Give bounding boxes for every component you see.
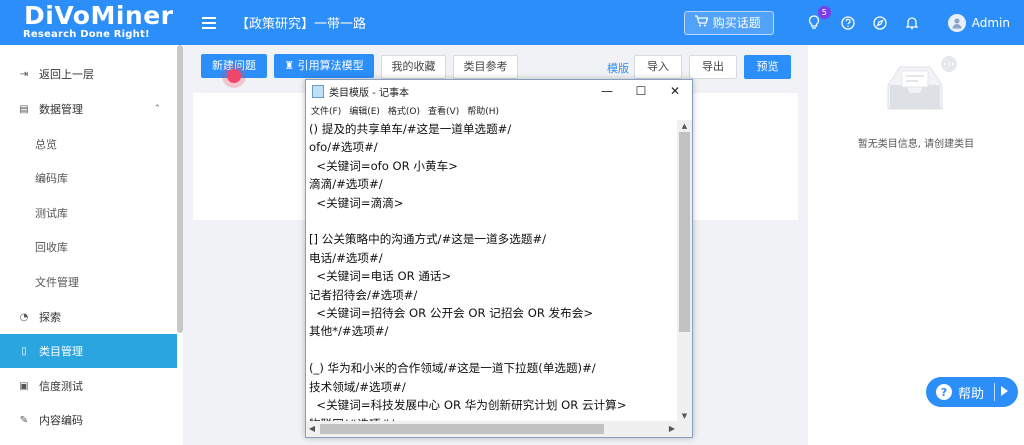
sidebar-item-label: 信度测试 bbox=[39, 380, 83, 393]
sidebar-item-label: 总览 bbox=[35, 138, 57, 151]
clipboard-icon: ▣ bbox=[19, 380, 29, 392]
sidebar-item-reliability-test[interactable]: ▣ 信度测试 bbox=[0, 369, 177, 403]
scroll-left-icon[interactable]: ◀ bbox=[306, 421, 318, 437]
help-circle-icon[interactable] bbox=[840, 15, 856, 31]
text-line: 滴滴/#选项#/ bbox=[309, 177, 383, 192]
category-reference-button[interactable]: 类目参考 bbox=[453, 55, 518, 79]
template-link[interactable]: 模版 bbox=[607, 60, 629, 76]
avatar[interactable] bbox=[947, 13, 966, 32]
text-line: 电话/#选项#/ bbox=[309, 250, 383, 265]
vertical-scrollbar[interactable]: ▲ ▼ bbox=[677, 120, 692, 422]
scroll-up-icon[interactable]: ▲ bbox=[677, 120, 692, 132]
sidebar-item-label: 数据管理 bbox=[39, 103, 83, 116]
cart-icon bbox=[694, 15, 709, 30]
sidebar-item-coding-library[interactable]: 编码库 bbox=[0, 161, 177, 195]
logo-text: DiVoMiner bbox=[24, 1, 174, 30]
text-line: <关键词=招待会 OR 公开会 OR 记招会 OR 发布会> bbox=[309, 306, 594, 321]
close-icon[interactable]: ✕ bbox=[658, 84, 692, 98]
help-button[interactable]: ? 帮助 bbox=[926, 377, 1018, 407]
logo-tagline: Research Done Right! bbox=[23, 29, 150, 40]
favorites-button[interactable]: 我的收藏 bbox=[381, 55, 446, 79]
text-line bbox=[309, 341, 678, 359]
sidebar-item-overview[interactable]: 总览 bbox=[0, 127, 177, 161]
sidebar-item-label: 返回上一层 bbox=[39, 68, 94, 81]
text-line: 记者招待会/#选项#/ bbox=[309, 287, 418, 302]
back-icon: ⇥ bbox=[19, 68, 29, 80]
arrow-right-icon[interactable] bbox=[1000, 385, 1009, 400]
sidebar-item-explore[interactable]: ◔ 探索 bbox=[0, 300, 177, 334]
notepad-text-area[interactable]: () 提及的共享单车/#这是一道单选题#/ ofo/#选项#/ <关键词=ofo … bbox=[308, 120, 678, 422]
text-line: <关键词=科技发展中心 OR 华为创新研究计划 OR 云计算> bbox=[309, 398, 627, 413]
sidebar-scrollbar[interactable] bbox=[177, 45, 183, 333]
file-icon: ▯ bbox=[21, 345, 27, 357]
notepad-icon bbox=[312, 84, 324, 98]
notification-badge: 5 bbox=[817, 5, 831, 19]
help-label: 帮助 bbox=[958, 386, 985, 402]
sidebar-item-label: 文件管理 bbox=[35, 276, 79, 289]
logo[interactable]: DiVoMiner Research Done Right! bbox=[0, 0, 182, 45]
empty-message: 暂无类目信息, 请创建类目 bbox=[857, 139, 975, 150]
sidebar-item-category-management[interactable]: ▯ 类目管理 bbox=[0, 334, 177, 368]
text-line: ofo/#选项#/ bbox=[309, 140, 378, 155]
buy-topic-label: 购买话题 bbox=[712, 16, 761, 30]
notepad-title: 类目模版 - 记事本 bbox=[329, 87, 409, 99]
sidebar-item-back[interactable]: ⇥ 返回上一层 bbox=[0, 57, 177, 91]
top-bar: DiVoMiner Research Done Right! 【政策研究】一带一… bbox=[0, 0, 1024, 45]
text-line: <关键词=ofo OR 小黄车> bbox=[309, 158, 458, 173]
sidebar-item-content-coding[interactable]: ✎ 内容编码 bbox=[0, 403, 177, 437]
notepad-window[interactable]: 类目模版 - 记事本 — ☐ ✕ 文件(F) 编辑(E) 格式(O) 查看(V)… bbox=[305, 79, 693, 438]
menu-edit[interactable]: 编辑(E) bbox=[349, 104, 380, 117]
horizontal-scrollbar[interactable]: ◀ ▶ bbox=[306, 421, 678, 437]
sidebar-item-label: 编码库 bbox=[35, 172, 68, 185]
click-indicator bbox=[222, 64, 246, 88]
text-line: [] 公关策略中的沟通方式/#这是一道多选题#/ bbox=[309, 232, 547, 247]
menu-file[interactable]: 文件(F) bbox=[311, 104, 341, 117]
preview-button[interactable]: 预览 bbox=[744, 55, 791, 79]
buy-topic-button[interactable]: 购买话题 bbox=[683, 10, 774, 35]
sidebar-item-label: 类目管理 bbox=[39, 345, 83, 358]
compass-icon[interactable] bbox=[872, 15, 888, 31]
text-line bbox=[309, 212, 678, 230]
robot-icon: ♜ bbox=[284, 59, 298, 72]
edit-icon: ✎ bbox=[19, 414, 29, 426]
import-button[interactable]: 导入 bbox=[634, 55, 682, 79]
gauge-icon: ◔ bbox=[19, 311, 29, 323]
sidebar-item-label: 探索 bbox=[39, 311, 61, 324]
text-line: () 提及的共享单车/#这是一道单选题#/ bbox=[309, 122, 512, 136]
bell-icon[interactable] bbox=[904, 15, 920, 31]
menu-toggle-icon[interactable] bbox=[202, 16, 216, 29]
import-model-label: 引用算法模型 bbox=[297, 59, 364, 72]
text-line: 其他*/#选项#/ bbox=[309, 324, 389, 339]
export-button[interactable]: 导出 bbox=[689, 55, 737, 79]
sidebar: ⇥ 返回上一层 ▤ 数据管理 ⌃ 总览 编码库 测试库 回收库 文件管理 ◔ 探… bbox=[0, 45, 183, 445]
sidebar-item-recycle-library[interactable]: 回收库 bbox=[0, 230, 177, 264]
lightbulb-icon[interactable]: 5 bbox=[806, 5, 831, 31]
minimize-icon[interactable]: — bbox=[590, 84, 624, 98]
sidebar-item-label: 测试库 bbox=[35, 207, 68, 220]
text-line: <关键词=电话 OR 通话> bbox=[309, 269, 452, 284]
menu-help[interactable]: 帮助(H) bbox=[467, 104, 499, 117]
menu-format[interactable]: 格式(O) bbox=[388, 104, 420, 117]
text-line: 技术领域/#选项#/ bbox=[309, 379, 406, 394]
document-icon: ▤ bbox=[19, 103, 29, 115]
username[interactable]: Admin bbox=[972, 16, 1010, 30]
text-line: <关键词=滴滴> bbox=[309, 195, 404, 210]
notepad-titlebar[interactable]: 类目模版 - 记事本 — ☐ ✕ bbox=[306, 80, 692, 102]
menu-view[interactable]: 查看(V) bbox=[428, 104, 459, 117]
sidebar-item-file-management[interactable]: 文件管理 bbox=[0, 265, 177, 299]
maximize-icon[interactable]: ☐ bbox=[624, 84, 658, 98]
sidebar-item-test-library[interactable]: 测试库 bbox=[0, 196, 177, 230]
empty-inbox-icon bbox=[860, 55, 970, 133]
import-model-button[interactable]: ♜ 引用算法模型 bbox=[274, 54, 374, 78]
sidebar-item-data-management[interactable]: ▤ 数据管理 ⌃ bbox=[0, 92, 177, 126]
notepad-menu: 文件(F) 编辑(E) 格式(O) 查看(V) 帮助(H) bbox=[306, 102, 692, 119]
sidebar-item-label: 回收库 bbox=[35, 241, 68, 254]
text-line: (_) 华为和小米的合作领域/#这是一道下拉题(单选题)#/ bbox=[309, 361, 596, 376]
chevron-up-icon: ⌃ bbox=[153, 104, 161, 114]
project-title: 【政策研究】一带一路 bbox=[236, 17, 367, 32]
sidebar-item-label: 内容编码 bbox=[39, 414, 83, 427]
question-icon: ? bbox=[936, 384, 952, 400]
